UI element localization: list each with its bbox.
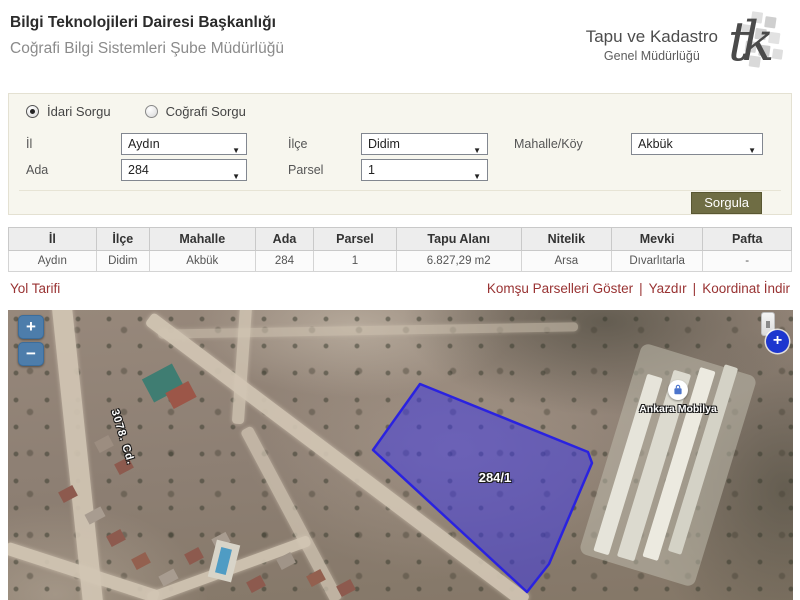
yazdir-link[interactable]: Yazdır	[649, 281, 687, 296]
col-mevki: Mevki	[611, 228, 703, 251]
ilce-value: Didim	[368, 137, 400, 151]
cell-mahalle: Akbük	[149, 251, 255, 272]
ada-label: Ada	[26, 163, 48, 177]
cell-ada: 284	[255, 251, 314, 272]
idari-sorgu-radio[interactable]	[26, 105, 39, 118]
poi-name-label: Ankara Mobilya	[626, 403, 730, 415]
table-header-row: İl İlçe Mahalle Ada Parsel Tapu Alanı Ni…	[9, 228, 792, 251]
chevron-down-icon: ▼	[232, 167, 240, 187]
department-subtitle: Coğrafi Bilgi Sistemleri Şube Müdürlüğü	[10, 40, 284, 58]
ada-select[interactable]: 284 ▼	[121, 159, 247, 181]
col-parsel: Parsel	[314, 228, 396, 251]
il-select[interactable]: Aydın ▼	[121, 133, 247, 155]
chevron-down-icon: ▼	[473, 141, 481, 161]
cell-nitelik: Arsa	[521, 251, 611, 272]
table-row: Aydın Didim Akbük 284 1 6.827,29 m2 Arsa…	[9, 251, 792, 272]
query-form-panel: İdari Sorgu Coğrafi Sorgu İl Aydın ▼ İlç…	[8, 93, 792, 215]
zoom-in-button[interactable]: +	[18, 315, 44, 339]
cell-mevki: Dıvarlıtarla	[611, 251, 703, 272]
ilce-label: İlçe	[288, 137, 307, 151]
zoom-out-button[interactable]: −	[18, 342, 44, 366]
parsel-value: 1	[368, 163, 375, 177]
mahalle-label: Mahalle/Köy	[514, 137, 583, 151]
ilce-select[interactable]: Didim ▼	[361, 133, 488, 155]
col-tapu-alani: Tapu Alanı	[396, 228, 521, 251]
koordinat-indir-link[interactable]: Koordinat İndir	[702, 281, 790, 296]
il-value: Aydın	[128, 137, 160, 151]
org-block: Tapu ve Kadastro Genel Müdürlüğü tk	[586, 10, 788, 79]
cell-il: Aydın	[9, 251, 97, 272]
cell-ilce: Didim	[96, 251, 149, 272]
panel-divider	[19, 190, 781, 191]
mahalle-value: Akbük	[638, 137, 673, 151]
poi-shop-icon[interactable]	[668, 380, 688, 400]
idari-sorgu-label: İdari Sorgu	[47, 104, 111, 119]
org-text: Tapu ve Kadastro Genel Müdürlüğü	[586, 27, 718, 63]
svg-text:tk: tk	[728, 10, 772, 73]
page: Bilgi Teknolojileri Dairesi Başkanlığı C…	[0, 0, 800, 600]
yol-tarifi-link[interactable]: Yol Tarifi	[10, 281, 60, 296]
query-type-row: İdari Sorgu Coğrafi Sorgu	[26, 104, 246, 119]
parsel-select[interactable]: 1 ▼	[361, 159, 488, 181]
link-separator: |	[639, 281, 643, 296]
department-title: Bilgi Teknolojileri Dairesi Başkanlığı	[10, 14, 276, 32]
parsel-label: Parsel	[288, 163, 323, 177]
parcel-284-1-polygon[interactable]	[373, 384, 592, 592]
il-label: İl	[26, 137, 32, 151]
map-expand-button[interactable]: +	[766, 330, 789, 353]
col-il: İl	[9, 228, 97, 251]
map-action-links: Komşu Parselleri Göster | Yazdır | Koordinat…	[487, 281, 790, 296]
link-separator: |	[693, 281, 697, 296]
cell-pafta: -	[703, 251, 792, 272]
col-mahalle: Mahalle	[149, 228, 255, 251]
cografi-sorgu-radio[interactable]	[145, 105, 158, 118]
org-name: Tapu ve Kadastro	[586, 27, 718, 47]
sorgula-button[interactable]: Sorgula	[691, 192, 762, 214]
col-pafta: Pafta	[703, 228, 792, 251]
cell-tapu-alani: 6.827,29 m2	[396, 251, 521, 272]
mahalle-select[interactable]: Akbük ▼	[631, 133, 763, 155]
col-nitelik: Nitelik	[521, 228, 611, 251]
map-zoom-control: + −	[18, 315, 44, 369]
chevron-down-icon: ▼	[473, 167, 481, 187]
chevron-down-icon: ▼	[748, 141, 756, 161]
tkgm-logo-icon: tk	[724, 10, 788, 79]
komsu-parseller-link[interactable]: Komşu Parselleri Göster	[487, 281, 633, 296]
cografi-sorgu-label: Coğrafi Sorgu	[166, 104, 246, 119]
cell-parsel: 1	[314, 251, 396, 272]
col-ada: Ada	[255, 228, 314, 251]
scrollbar-thumb	[766, 321, 770, 328]
parcel-number-label: 284/1	[460, 470, 530, 485]
results-table: İl İlçe Mahalle Ada Parsel Tapu Alanı Ni…	[8, 227, 792, 272]
satellite-map[interactable]: 284/1 3078. Cd. Ankara Mobilya + − +	[8, 310, 793, 600]
ada-value: 284	[128, 163, 149, 177]
chevron-down-icon: ▼	[232, 141, 240, 161]
org-subname: Genel Müdürlüğü	[586, 49, 718, 63]
col-ilce: İlçe	[96, 228, 149, 251]
